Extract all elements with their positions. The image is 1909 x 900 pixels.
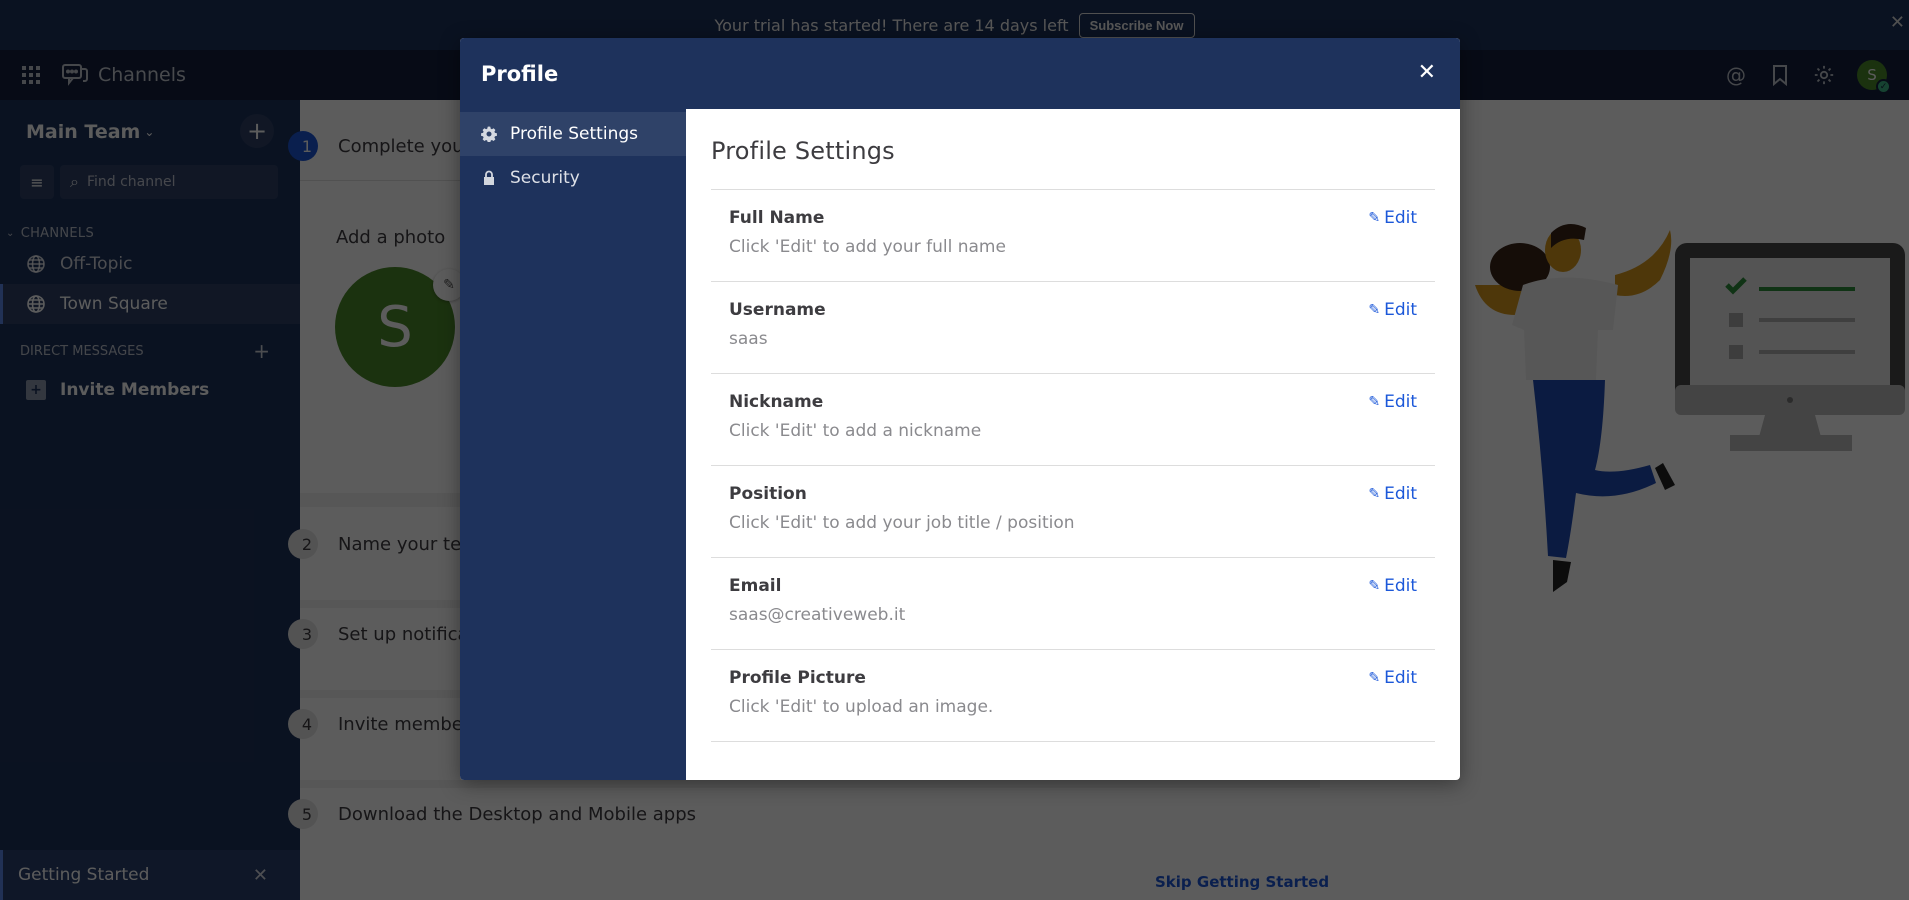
edit-label: Edit [1384,576,1417,596]
nav-label: Profile Settings [510,124,638,144]
setting-full-name: Full Name Click 'Edit' to add your full … [711,190,1435,282]
settings-list: Full Name Click 'Edit' to add your full … [711,189,1435,742]
setting-label: Position [729,484,807,504]
setting-label: Email [729,576,782,596]
section-title: Profile Settings [711,137,895,165]
setting-email: Email saas@creativeweb.it ✎ Edit [711,558,1435,650]
setting-label: Profile Picture [729,668,866,688]
edit-label: Edit [1384,300,1417,320]
setting-profile-picture: Profile Picture Click 'Edit' to upload a… [711,650,1435,742]
pencil-icon: ✎ [1368,210,1381,226]
edit-label: Edit [1384,208,1417,228]
pencil-icon: ✎ [1368,578,1381,594]
edit-label: Edit [1384,392,1417,412]
setting-position: Position Click 'Edit' to add your job ti… [711,466,1435,558]
setting-value: saas@creativeweb.it [729,605,906,625]
edit-label: Edit [1384,668,1417,688]
gear-icon [481,126,497,142]
setting-value: Click 'Edit' to upload an image. [729,697,994,717]
tab-security[interactable]: Security [460,156,686,200]
edit-label: Edit [1384,484,1417,504]
setting-label: Full Name [729,208,825,228]
setting-value: Click 'Edit' to add your full name [729,237,1006,257]
pencil-icon: ✎ [1368,302,1381,318]
setting-label: Username [729,300,826,320]
profile-settings-panel: Profile Settings Full Name Click 'Edit' … [686,109,1460,780]
modal-sidebar: Profile Settings Security [460,109,686,780]
tab-profile-settings[interactable]: Profile Settings [460,112,686,156]
edit-position-button[interactable]: ✎ Edit [1368,484,1417,504]
edit-full-name-button[interactable]: ✎ Edit [1368,208,1417,228]
nav-label: Security [510,168,580,188]
setting-username: Username saas ✎ Edit [711,282,1435,374]
setting-label: Nickname [729,392,824,412]
edit-nickname-button[interactable]: ✎ Edit [1368,392,1417,412]
close-icon[interactable]: ✕ [1418,60,1436,85]
modal-header: Profile ✕ [460,38,1460,109]
edit-username-button[interactable]: ✎ Edit [1368,300,1417,320]
setting-value: Click 'Edit' to add your job title / pos… [729,513,1075,533]
setting-value: saas [729,329,768,349]
setting-value: Click 'Edit' to add a nickname [729,421,982,441]
lock-icon [484,170,494,185]
pencil-icon: ✎ [1368,670,1381,686]
edit-profile-picture-button[interactable]: ✎ Edit [1368,668,1417,688]
edit-email-button[interactable]: ✎ Edit [1368,576,1417,596]
profile-modal: Profile ✕ Profile Settings Security Prof… [460,38,1460,780]
setting-nickname: Nickname Click 'Edit' to add a nickname … [711,374,1435,466]
modal-title: Profile [481,61,559,86]
pencil-icon: ✎ [1368,486,1381,502]
pencil-icon: ✎ [1368,394,1381,410]
